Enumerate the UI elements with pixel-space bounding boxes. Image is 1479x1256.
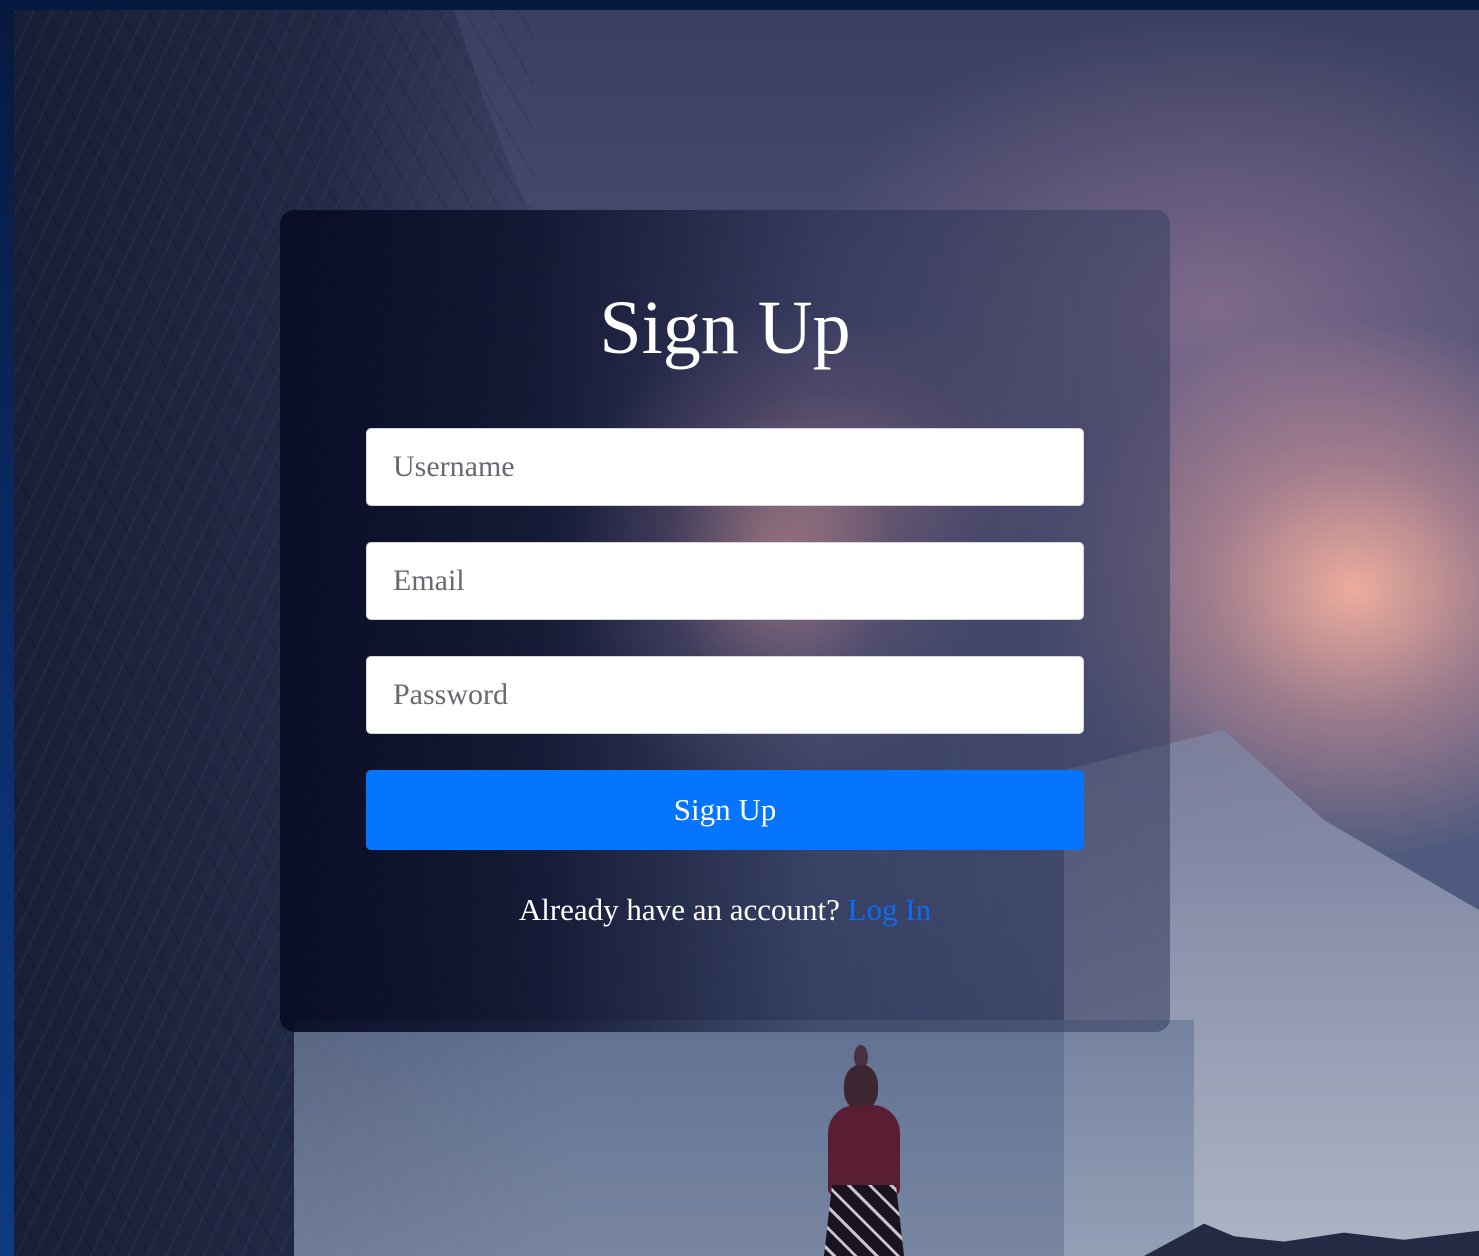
email-input[interactable] — [366, 542, 1084, 620]
username-input[interactable] — [366, 428, 1084, 506]
login-prompt-text: Already have an account? — [518, 892, 840, 927]
login-prompt-line: Already have an account? Log In — [280, 892, 1170, 928]
page-frame: Sign Up Sign Up Already have an account?… — [0, 0, 1479, 1256]
standing-figure — [814, 1045, 914, 1256]
signup-button[interactable]: Sign Up — [366, 770, 1084, 850]
login-link[interactable]: Log In — [848, 892, 932, 927]
password-input[interactable] — [366, 656, 1084, 734]
signup-title: Sign Up — [599, 286, 851, 370]
background-waterfall — [294, 1020, 1194, 1256]
signup-card: Sign Up Sign Up Already have an account?… — [280, 210, 1170, 1032]
